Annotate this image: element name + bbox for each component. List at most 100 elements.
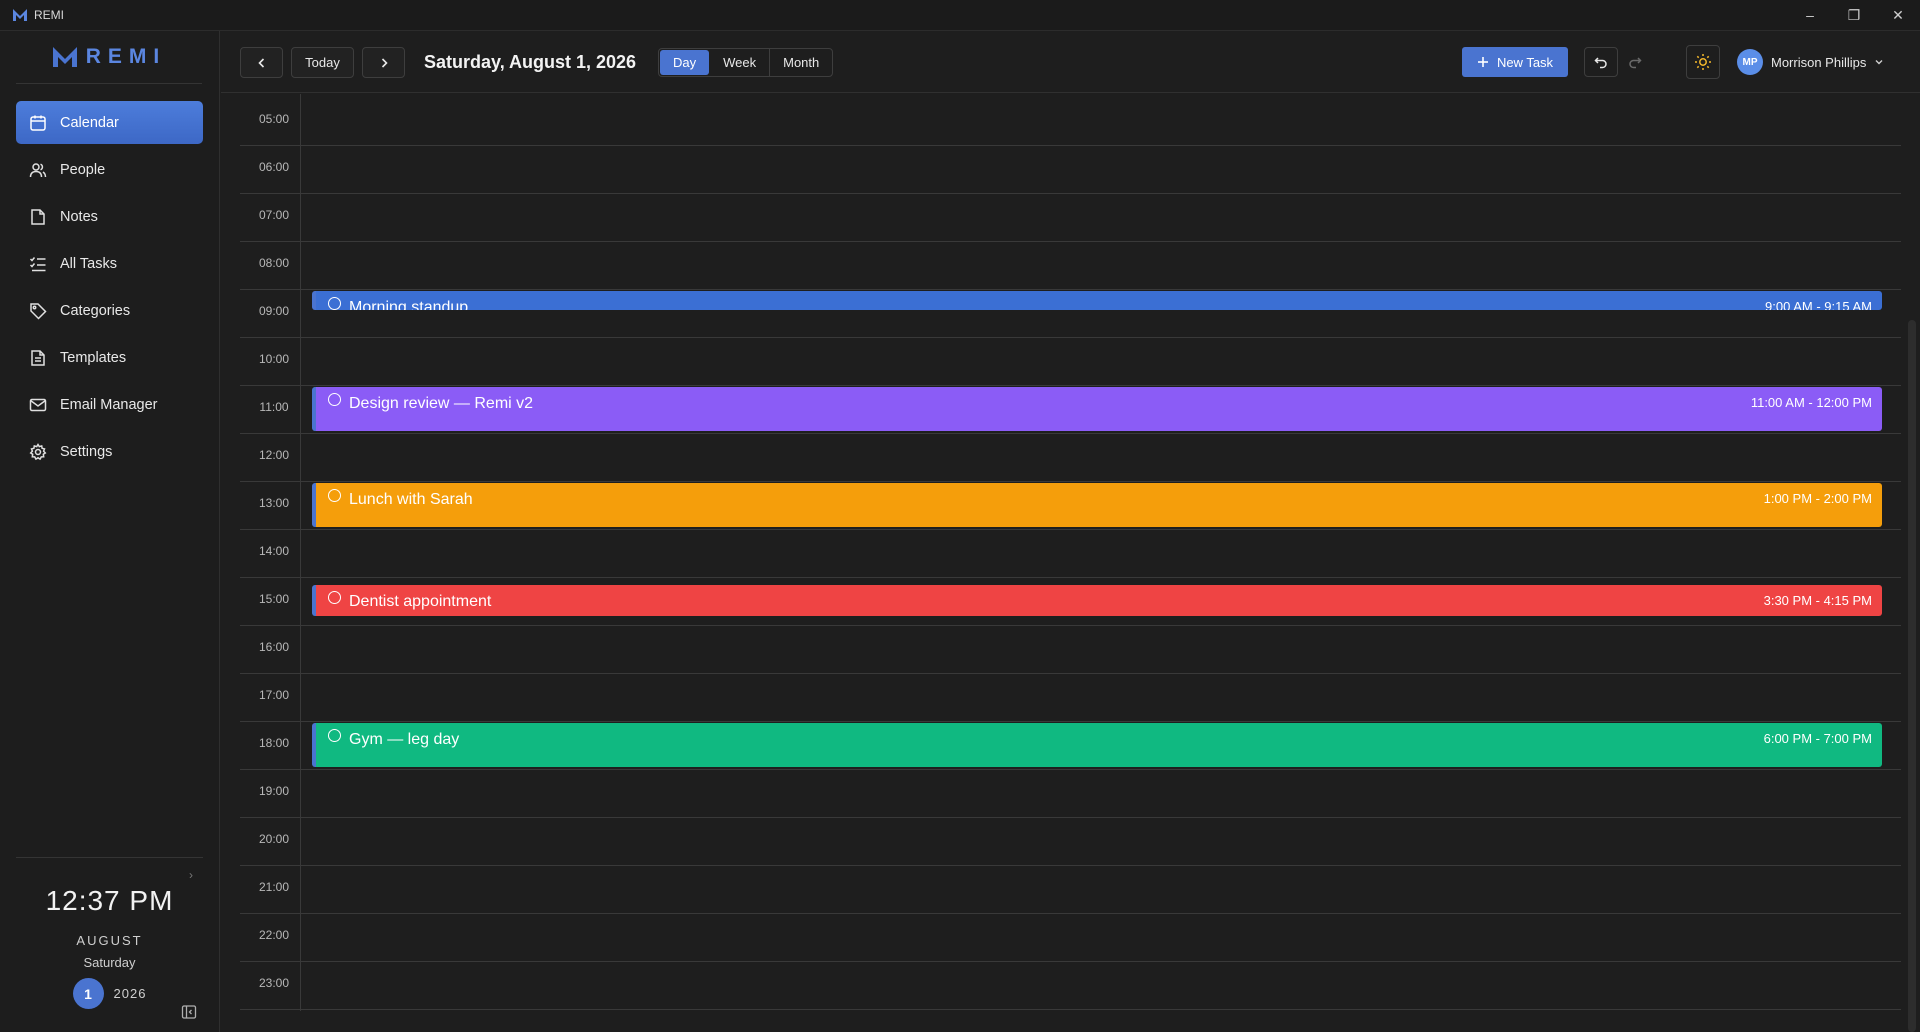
clock-month: AUGUST (76, 933, 143, 948)
hour-row[interactable]: 10:00 (240, 338, 1901, 386)
hour-label: 08:00 (258, 256, 290, 270)
sidebar: REMI Calendar People Notes All Tasks Cat… (0, 31, 220, 1032)
hour-label: 05:00 (258, 112, 290, 126)
event-card[interactable]: Gym — leg day 6:00 PM - 7:00 PM (312, 723, 1882, 767)
hour-label: 18:00 (258, 736, 290, 750)
sidebar-item-calendar[interactable]: Calendar (16, 101, 203, 144)
sidebar-item-categories[interactable]: Categories (16, 289, 203, 332)
gear-icon (28, 442, 48, 462)
hour-label: 10:00 (258, 352, 290, 366)
clock-year: 2026 (113, 986, 147, 1001)
clock-day-number: 1 (72, 978, 104, 1009)
calendar-icon (28, 113, 48, 133)
tag-icon (28, 301, 48, 321)
previous-day-button[interactable] (240, 47, 283, 78)
redo-icon (1629, 57, 1642, 69)
hour-label: 13:00 (258, 496, 290, 510)
template-icon (28, 348, 48, 368)
clock-time: 12:37 PM (45, 885, 174, 916)
hour-row[interactable]: 17:00 (240, 674, 1901, 722)
hour-row[interactable]: 05:00 (240, 98, 1901, 146)
collapse-sidebar-icon[interactable] (181, 1004, 197, 1020)
clock-weekday: Saturday (83, 955, 136, 970)
tab-month[interactable]: Month (770, 49, 832, 76)
task-checkbox[interactable] (328, 393, 341, 406)
sidebar-item-label: Settings (60, 443, 113, 460)
hour-row[interactable]: 19:00 (240, 770, 1901, 818)
hour-label: 06:00 (258, 160, 290, 174)
event-card[interactable]: Dentist appointment 3:30 PM - 4:15 PM (312, 585, 1882, 616)
restore-button[interactable]: ❐ (1832, 0, 1876, 31)
hour-row[interactable]: 06:00 (240, 146, 1901, 194)
hour-label: 21:00 (258, 880, 290, 894)
event-card[interactable]: Morning standup 9:00 AM - 9:15 AM (312, 291, 1882, 310)
hour-label: 12:00 (258, 448, 290, 462)
chevron-left-icon (257, 57, 264, 68)
chevron-right-icon (381, 57, 388, 68)
task-checkbox[interactable] (328, 297, 341, 310)
plus-icon (1477, 57, 1488, 67)
clock-panel: › 12:37 PM AUGUST Saturday 1 2026 (16, 857, 203, 1032)
task-checkbox[interactable] (328, 591, 341, 604)
hour-row[interactable]: 12:00 (240, 434, 1901, 482)
new-task-label: New Task (1496, 54, 1554, 70)
event-title: Dentist appointment (349, 593, 492, 610)
hour-label: 14:00 (258, 544, 290, 558)
event-title: Design review — Remi v2 (349, 395, 534, 412)
hour-row[interactable]: 22:00 (240, 914, 1901, 962)
event-title: Morning standup (349, 299, 469, 310)
event-time: 3:30 PM - 4:15 PM (1763, 593, 1872, 608)
calendar-header: Today Saturday, August 1, 2026 Day Week … (221, 31, 1920, 93)
sidebar-item-label: Categories (60, 302, 131, 319)
sidebar-item-all-tasks[interactable]: All Tasks (16, 242, 203, 285)
hour-row[interactable]: 08:00 (240, 242, 1901, 290)
day-grid[interactable]: 05:00 06:00 07:00 08:00 09:00 10:00 11:00 12:00… (221, 94, 1901, 1032)
event-card[interactable]: Design review — Remi v2 11:00 AM - 12:00 … (312, 387, 1882, 431)
hour-label: 17:00 (258, 688, 290, 702)
hour-row[interactable]: 20:00 (240, 818, 1901, 866)
user-name: Morrison Phillips (1771, 54, 1867, 70)
task-checkbox[interactable] (328, 729, 341, 742)
page-title: Saturday, August 1, 2026 (424, 52, 637, 72)
new-task-button[interactable]: New Task (1462, 47, 1568, 77)
task-checkbox[interactable] (328, 489, 341, 502)
sidebar-item-people[interactable]: People (16, 148, 203, 191)
event-title: Lunch with Sarah (349, 491, 473, 508)
user-menu[interactable]: MP Morrison Phillips (1737, 49, 1884, 75)
vertical-scrollbar[interactable] (1908, 320, 1916, 1032)
hour-label: 23:00 (258, 976, 290, 990)
event-time: 1:00 PM - 2:00 PM (1763, 491, 1872, 506)
chevron-right-icon[interactable]: › (189, 868, 193, 882)
sidebar-item-email-manager[interactable]: Email Manager (16, 383, 203, 426)
sidebar-item-templates[interactable]: Templates (16, 336, 203, 379)
hour-row[interactable]: 14:00 (240, 530, 1901, 578)
sidebar-item-label: People (60, 161, 106, 178)
avatar: MP (1737, 49, 1763, 75)
remi-logo-icon (52, 47, 77, 67)
sidebar-item-settings[interactable]: Settings (16, 430, 203, 473)
event-card[interactable]: Lunch with Sarah 1:00 PM - 2:00 PM (312, 483, 1882, 527)
next-day-button[interactable] (362, 47, 405, 78)
hour-row[interactable]: 21:00 (240, 866, 1901, 914)
title-bar: REMI – ❐ ✕ (0, 0, 1920, 31)
hour-label: 19:00 (258, 784, 290, 798)
tab-day[interactable]: Day (660, 50, 710, 75)
sidebar-item-label: Calendar (60, 114, 119, 131)
tab-week[interactable]: Week (710, 49, 771, 76)
theme-toggle-button[interactable] (1686, 45, 1720, 79)
redo-button[interactable] (1618, 47, 1652, 77)
sidebar-item-label: Templates (60, 349, 127, 366)
event-title: Gym — leg day (349, 731, 460, 748)
close-button[interactable]: ✕ (1876, 0, 1920, 31)
mail-icon (28, 395, 48, 415)
tasks-icon (28, 254, 48, 274)
hour-row[interactable]: 23:00 (240, 962, 1901, 1010)
hour-row[interactable]: 16:00 (240, 626, 1901, 674)
brand-name: REMI (85, 45, 167, 68)
hour-row[interactable]: 07:00 (240, 194, 1901, 242)
event-time: 9:00 AM - 9:15 AM (1765, 299, 1872, 310)
minimize-button[interactable]: – (1788, 0, 1832, 31)
undo-button[interactable] (1584, 47, 1618, 77)
sidebar-item-notes[interactable]: Notes (16, 195, 203, 238)
today-button[interactable]: Today (291, 47, 354, 78)
